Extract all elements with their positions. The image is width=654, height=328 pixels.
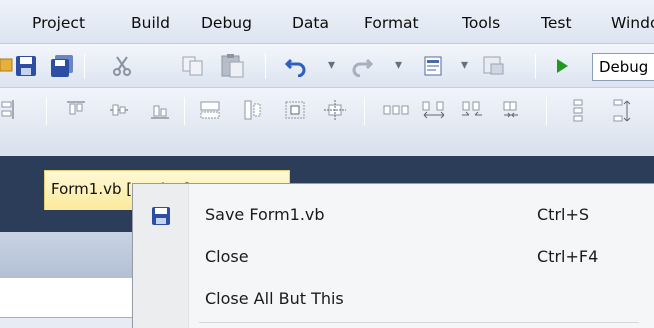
tab-context-menu: Save Form1.vb Ctrl+S Close Ctrl+F4 Close… [132, 183, 654, 328]
open-folder-icon[interactable] [0, 54, 14, 76]
toolbar-separator [364, 97, 365, 125]
redo-icon[interactable] [350, 54, 374, 78]
undo-icon[interactable] [284, 54, 308, 78]
center-horizontally-icon[interactable] [282, 98, 308, 122]
navigate-icon[interactable] [480, 53, 508, 79]
align-right-icon[interactable] [0, 98, 16, 122]
same-size-icon[interactable] [198, 98, 224, 122]
menu-separator [199, 322, 639, 323]
redo-dropdown-icon[interactable]: ▾ [395, 57, 402, 73]
save-icon [151, 206, 171, 230]
align-middle-icon[interactable] [107, 98, 131, 122]
align-top-icon[interactable] [64, 98, 88, 122]
add-item-dropdown-icon[interactable]: ▾ [461, 57, 468, 73]
toolbar-separator [184, 97, 185, 125]
horizontal-spacing-equal-icon[interactable] [382, 98, 410, 122]
copy-icon[interactable] [180, 54, 206, 78]
menu-build[interactable]: Build [131, 14, 170, 32]
save-icon[interactable] [14, 54, 38, 78]
menu-item-close-all-but-this[interactable]: Close All But This [133, 278, 654, 320]
panel-body [0, 278, 136, 318]
menu-data[interactable]: Data [292, 14, 329, 32]
menu-item-label: Close All But This [205, 289, 344, 308]
add-item-icon[interactable] [420, 53, 448, 79]
toolbar-separator [535, 53, 536, 79]
menu-item-shortcut: Ctrl+S [537, 205, 590, 224]
undo-dropdown-icon[interactable]: ▾ [328, 57, 335, 73]
vertical-spacing-equal-icon[interactable] [566, 98, 590, 124]
decrease-horizontal-spacing-icon[interactable] [458, 98, 486, 122]
menu-item-label: Save Form1.vb [205, 205, 325, 224]
toolbar-separator [84, 53, 85, 79]
start-debugging-icon[interactable] [550, 54, 574, 78]
increase-horizontal-spacing-icon[interactable] [420, 98, 448, 122]
increase-vertical-spacing-icon[interactable] [610, 98, 634, 124]
menu-tools[interactable]: Tools [462, 14, 500, 32]
toolbar-separator [546, 97, 547, 125]
save-all-icon[interactable] [49, 54, 75, 78]
remove-horizontal-spacing-icon[interactable] [498, 98, 524, 122]
toolbar-separator [46, 97, 47, 125]
menu-bar: Project Build Debug Data Format Tools Te… [0, 0, 654, 44]
cut-icon[interactable] [110, 54, 134, 78]
menu-format[interactable]: Format [364, 14, 419, 32]
standard-toolbar: ▾ ▾ ▾ [0, 44, 654, 88]
menu-item-shortcut: Ctrl+F4 [537, 247, 599, 266]
menu-project[interactable]: Project [32, 14, 85, 32]
menu-item-save[interactable]: Save Form1.vb Ctrl+S [133, 194, 654, 236]
menu-window[interactable]: Windo [611, 14, 654, 32]
menu-item-label: Close [205, 247, 249, 266]
center-vertically-icon[interactable] [322, 98, 348, 122]
layout-toolbar [0, 88, 654, 156]
paste-icon[interactable] [218, 52, 248, 80]
panel-header [0, 232, 136, 278]
menu-item-close[interactable]: Close Ctrl+F4 [133, 236, 654, 278]
size-to-grid-icon[interactable] [240, 98, 266, 122]
menu-debug[interactable]: Debug [201, 14, 252, 32]
solution-configuration-combo[interactable]: Debug [592, 53, 654, 81]
menu-test[interactable]: Test [541, 14, 572, 32]
panel-footer [0, 318, 136, 328]
toolbar-separator [265, 53, 266, 79]
align-bottom-icon[interactable] [148, 98, 172, 122]
